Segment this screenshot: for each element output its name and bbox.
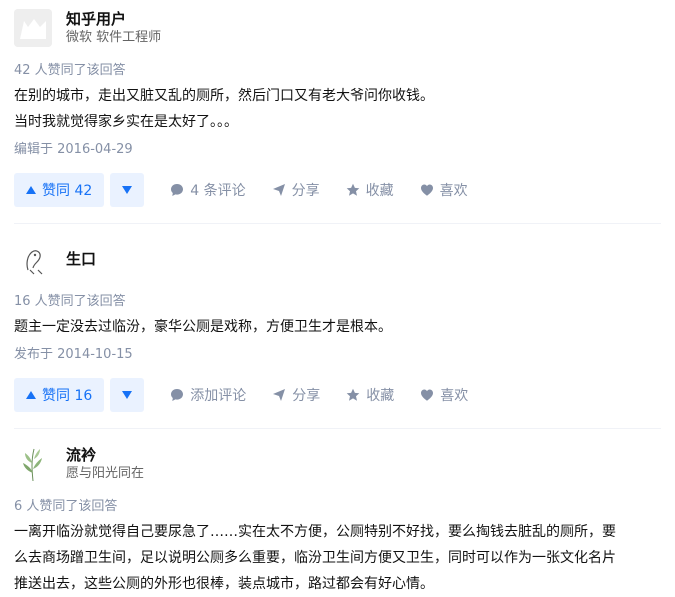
content-line: 么去商场蹭卫生间，足以说明公厕多么重要，临汾卫生间方便又卫生，同时可以作为一张文… (14, 550, 616, 566)
avatar[interactable] (14, 445, 52, 483)
like-label: 喜欢 (440, 388, 469, 404)
content-line: 一离开临汾就觉得自己要尿急了……实在太不方便，公厕特别不好找，要么掏钱去脏乱的厕… (14, 524, 616, 540)
comment-icon (171, 389, 184, 401)
upvote-button[interactable]: 赞同 42 (14, 173, 105, 207)
avatar[interactable] (14, 240, 52, 278)
downvote-button[interactable] (110, 378, 145, 412)
content-line: 当时我就觉得家乡实在是太好了。。。 (14, 114, 238, 130)
author-bio: 愿与阳光同在 (66, 466, 145, 481)
star-icon (346, 183, 359, 196)
downvote-icon (122, 391, 133, 399)
upvote-label: 赞同 42 (42, 183, 93, 199)
upvote-button[interactable]: 赞同 16 (14, 378, 105, 412)
share-label: 分享 (292, 388, 321, 404)
upvote-icon (26, 391, 36, 399)
upvote-label: 赞同 16 (42, 388, 93, 404)
comment-label: 添加评论 (190, 388, 247, 404)
answer-card: 流衿 愿与阳光同在 6 人赞同了该回答 一离开临汾就觉得自己要尿急了……实在太不… (0, 429, 675, 597)
share-icon (273, 389, 286, 401)
author-name[interactable]: 知乎用户 (66, 9, 161, 29)
collect-button[interactable]: 收藏 (346, 385, 394, 405)
share-icon (272, 184, 285, 196)
vote-count-meta: 6 人赞同了该回答 (14, 499, 118, 514)
answer-card: 知乎用户 微软 软件工程师 42 人赞同了该回答 在别的城市，走出又脏又乱的厕所… (0, 0, 675, 207)
author-row: 生口 (14, 237, 661, 281)
comment-button[interactable]: 4 条评论 (170, 180, 246, 200)
author-row: 知乎用户 微软 软件工程师 (14, 6, 661, 50)
comment-label: 4 条评论 (190, 183, 246, 199)
heart-icon (420, 184, 433, 196)
answer-card: 生口 16 人赞同了该回答 题主一定没去过临汾，豪华公厕是戏称，方便卫生才是根本… (0, 224, 675, 412)
comment-button[interactable]: 添加评论 (170, 385, 246, 405)
author-bio: 微软 软件工程师 (66, 30, 162, 45)
content-line: 在别的城市，走出又脏又乱的厕所，然后门口又有老大爷问你收钱。 (14, 88, 434, 104)
like-button[interactable]: 喜欢 (420, 180, 468, 200)
answer-content: 在别的城市，走出又脏又乱的厕所，然后门口又有老大爷问你收钱。 当时我就觉得家乡实… (14, 83, 661, 135)
share-button[interactable]: 分享 (272, 385, 320, 405)
action-bar: 赞同 42 4 条评论 分享 收藏 喜欢 (14, 173, 661, 207)
author-name[interactable]: 生口 (66, 249, 96, 269)
answer-time[interactable]: 发布于 2014-10-15 (14, 346, 661, 364)
content-line: 题主一定没去过临汾，豪华公厕是戏称，方便卫生才是根本。 (14, 319, 392, 335)
like-label: 喜欢 (439, 183, 468, 199)
vote-count-meta: 16 人赞同了该回答 (14, 294, 126, 309)
author-row: 流衿 愿与阳光同在 (14, 442, 661, 486)
comment-icon (171, 184, 184, 196)
action-bar: 赞同 16 添加评论 分享 收藏 喜欢 (14, 378, 661, 412)
downvote-icon (122, 186, 133, 194)
downvote-button[interactable] (110, 173, 145, 207)
avatar[interactable] (14, 9, 52, 47)
upvote-icon (26, 186, 36, 194)
share-button[interactable]: 分享 (272, 180, 320, 200)
like-button[interactable]: 喜欢 (420, 385, 468, 405)
collect-button[interactable]: 收藏 (346, 180, 394, 200)
collect-label: 收藏 (365, 183, 394, 199)
share-label: 分享 (291, 183, 320, 199)
star-icon (346, 388, 360, 401)
author-name[interactable]: 流衿 (66, 445, 144, 465)
collect-label: 收藏 (366, 388, 395, 404)
answer-content: 一离开临汾就觉得自己要尿急了……实在太不方便，公厕特别不好找，要么掏钱去脏乱的厕… (14, 519, 661, 597)
answer-time[interactable]: 编辑于 2016-04-29 (14, 141, 661, 159)
content-line: 推送出去，这些公厕的外形也很棒，装点城市，路过都会有好心情。 (14, 576, 434, 592)
heart-icon (421, 389, 434, 401)
vote-count-meta: 42 人赞同了该回答 (14, 63, 126, 78)
answer-content: 题主一定没去过临汾，豪华公厕是戏称，方便卫生才是根本。 (14, 314, 661, 340)
